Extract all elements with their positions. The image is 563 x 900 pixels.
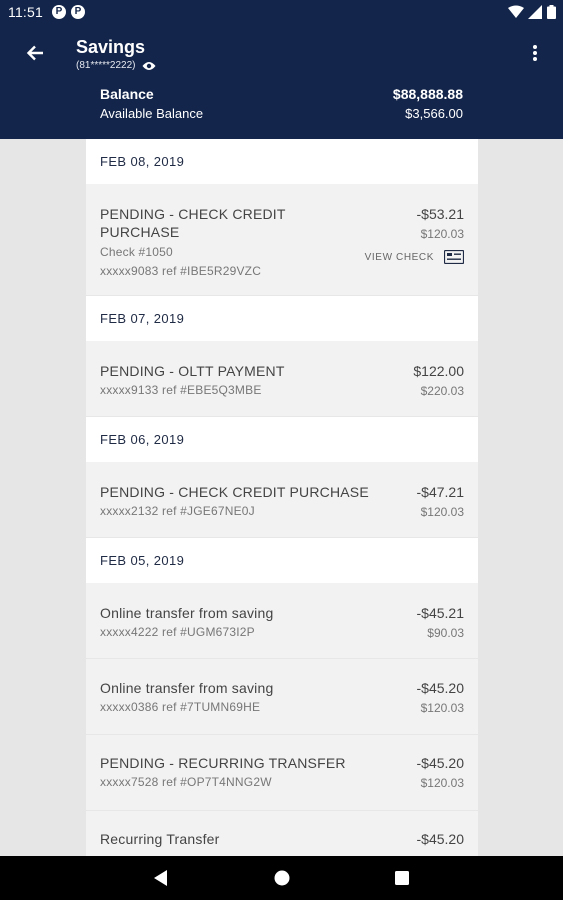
signal-icon (528, 5, 542, 19)
navigation-bar (0, 856, 563, 900)
view-check-label: VIEW CHECK (364, 251, 434, 263)
transaction-row[interactable]: PENDING - CHECK CREDIT PURCHASE xxxxx213… (86, 462, 478, 538)
status-bar: 11:51 P P (0, 0, 563, 24)
wifi-icon (508, 5, 524, 18)
status-icons (508, 5, 556, 19)
available-balance-value: $3,566.00 (405, 106, 463, 121)
transaction-amount: -$47.21 (416, 484, 464, 500)
transaction-title-continued: PURCHASE (100, 224, 180, 240)
transaction-title: PENDING - RECURRING TRANSFER (100, 755, 346, 771)
balance-label: Balance (100, 86, 154, 102)
available-balance-label: Available Balance (100, 106, 204, 121)
nav-recents-button[interactable] (391, 867, 413, 889)
transaction-row[interactable]: Recurring Transfer -$45.20 (86, 811, 478, 856)
transaction-balance: $120.03 (420, 776, 464, 790)
account-number: (81*****2222) (76, 60, 136, 71)
transaction-title: PENDING - CHECK CREDIT PURCHASE (100, 484, 369, 500)
transaction-balance: $120.03 (420, 505, 464, 519)
date-header: FEB 06, 2019 (86, 417, 478, 462)
nav-back-button[interactable] (150, 867, 172, 889)
transaction-ref: xxxxx4222 ref #UGM673I2P (100, 625, 255, 639)
transaction-title: PENDING - CHECK CREDIT (100, 206, 286, 222)
date-header: FEB 08, 2019 (86, 139, 478, 184)
date-header: FEB 05, 2019 (86, 538, 478, 583)
date-header: FEB 07, 2019 (86, 296, 478, 341)
triangle-back-icon (154, 870, 167, 886)
transaction-ref: xxxxx9083 ref #IBE5R29VZC (100, 264, 262, 278)
check-number: Check #1050 (100, 245, 173, 259)
transaction-balance: $120.03 (420, 701, 464, 715)
more-vertical-icon (533, 45, 537, 61)
transaction-amount: -$45.20 (416, 831, 464, 847)
circle-home-icon (274, 870, 290, 886)
square-recents-icon (395, 871, 409, 885)
transaction-title: Online transfer from saving (100, 605, 274, 621)
account-header: Savings (81*****2222) Balance $88,888.88… (0, 24, 563, 139)
status-time: 11:51 (8, 4, 43, 20)
transaction-amount: -$45.21 (416, 605, 464, 621)
back-button[interactable] (22, 40, 48, 66)
transaction-row[interactable]: Online transfer from saving xxxxx4222 re… (86, 583, 478, 659)
transaction-row[interactable]: PENDING - CHECK CREDIT PURCHASE Check #1… (86, 184, 478, 296)
balance-value: $88,888.88 (392, 86, 463, 102)
eye-icon[interactable] (142, 61, 156, 71)
check-image-icon (444, 250, 464, 264)
notification-badge-icon: P (52, 5, 66, 19)
transaction-balance: $220.03 (420, 384, 464, 398)
page-title: Savings (76, 37, 146, 57)
transaction-balance: $90.03 (427, 626, 464, 640)
notification-badge-icon: P (71, 5, 85, 19)
transaction-ref: xxxxx7528 ref #OP7T4NNG2W (100, 775, 272, 789)
battery-icon (547, 5, 556, 19)
transaction-amount: -$45.20 (416, 755, 464, 771)
transaction-title: PENDING - OLTT PAYMENT (100, 363, 285, 379)
transaction-ref: xxxxx2132 ref #JGE67NE0J (100, 504, 255, 518)
arrow-left-icon (26, 45, 43, 61)
more-options-button[interactable] (525, 40, 545, 66)
transaction-row[interactable]: Online transfer from saving xxxxx0386 re… (86, 659, 478, 735)
view-check-button[interactable]: VIEW CHECK (365, 250, 464, 264)
transaction-balance: $120.03 (420, 227, 464, 241)
transaction-ref: xxxxx9133 ref #EBE5Q3MBE (100, 383, 262, 397)
transaction-amount: -$45.20 (416, 680, 464, 696)
transaction-amount: -$53.21 (416, 206, 464, 222)
transaction-title: Recurring Transfer (100, 831, 220, 847)
transaction-row[interactable]: PENDING - RECURRING TRANSFER xxxxx7528 r… (86, 735, 478, 811)
transaction-list[interactable]: FEB 08, 2019 PENDING - CHECK CREDIT PURC… (86, 139, 478, 856)
account-number-row: (81*****2222) (76, 60, 156, 71)
transaction-title: Online transfer from saving (100, 680, 274, 696)
transaction-row[interactable]: PENDING - OLTT PAYMENT xxxxx9133 ref #EB… (86, 341, 478, 417)
nav-home-button[interactable] (271, 867, 293, 889)
transaction-amount: $122.00 (413, 363, 464, 379)
transaction-ref: xxxxx0386 ref #7TUMN69HE (100, 700, 261, 714)
